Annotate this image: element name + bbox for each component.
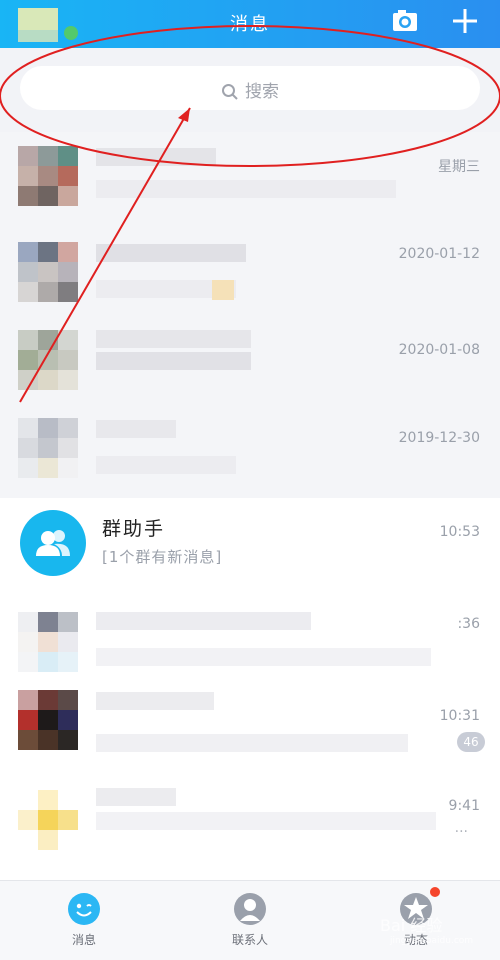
list-item[interactable]: 9:41 ... — [0, 784, 500, 876]
watermark-sub: jingyan.baidu.com — [390, 936, 474, 946]
avatar — [18, 790, 78, 850]
message-icon — [66, 891, 102, 927]
search-icon — [221, 83, 239, 101]
list-item[interactable]: 2019-12-30 — [0, 416, 500, 498]
blurred-message — [96, 648, 431, 666]
blurred-message — [96, 812, 436, 830]
search-area: 搜索 — [0, 48, 500, 132]
blurred-name — [96, 420, 176, 438]
timestamp: 10:53 — [439, 524, 480, 540]
avatar — [18, 242, 78, 302]
timestamp: 9:41 — [448, 798, 480, 814]
group-assistant-subtitle: [1个群有新消息] — [102, 548, 223, 566]
unread-badge: 46 — [457, 732, 485, 752]
plus-icon[interactable] — [450, 6, 480, 36]
group-assistant-name: 群助手 — [102, 518, 166, 540]
search-placeholder: 搜索 — [245, 82, 279, 102]
blurred-name — [96, 612, 311, 630]
list-item[interactable]: 2020-01-08 — [0, 330, 500, 426]
search-input[interactable]: 搜索 — [20, 66, 480, 110]
timestamp: 星期三 — [438, 159, 480, 175]
group-assistant-item[interactable]: 群助手 [1个群有新消息] 10:53 — [0, 498, 500, 590]
notification-dot — [430, 887, 440, 897]
list-item[interactable]: :36 — [0, 598, 500, 688]
avatar — [18, 146, 78, 206]
blurred-name — [96, 244, 246, 262]
list-item[interactable]: 星期三 — [0, 144, 500, 234]
camera-icon[interactable] — [390, 6, 420, 36]
contacts-icon — [232, 891, 268, 927]
avatar — [18, 418, 78, 478]
avatar — [18, 690, 78, 750]
blurred-message — [96, 734, 408, 752]
list-item[interactable]: 10:31 46 — [0, 688, 500, 784]
timestamp: 2020-01-12 — [398, 246, 480, 262]
more-indicator: ... — [454, 820, 468, 836]
blurred-message — [96, 352, 251, 370]
blurred-message — [96, 180, 396, 198]
conversation-list-faded: 星期三 2020-01-12 2020-01-08 2019-12-30 — [0, 132, 500, 498]
blurred-name — [96, 788, 176, 806]
watermark: Bai 经验 — [380, 916, 443, 935]
tab-label: 消息 — [71, 933, 96, 947]
blurred-emoji — [212, 280, 234, 300]
tab-contacts[interactable]: 联系人 — [190, 887, 310, 949]
timestamp: 2019-12-30 — [398, 430, 480, 446]
top-bar: 消息 — [0, 0, 500, 48]
timestamp: 10:31 — [439, 708, 480, 724]
timestamp: 2020-01-08 — [398, 342, 480, 358]
blurred-message — [96, 456, 236, 474]
avatar — [18, 330, 78, 390]
blurred-name — [96, 148, 216, 166]
avatar — [18, 612, 78, 672]
tab-label: 联系人 — [231, 933, 268, 947]
blurred-name — [96, 692, 214, 710]
group-icon — [20, 510, 86, 576]
list-item[interactable]: 2020-01-12 — [0, 234, 500, 330]
page-title: 消息 — [230, 14, 270, 35]
timestamp: :36 — [457, 616, 480, 632]
blurred-name — [96, 330, 251, 348]
tab-messages[interactable]: 消息 — [24, 887, 144, 949]
